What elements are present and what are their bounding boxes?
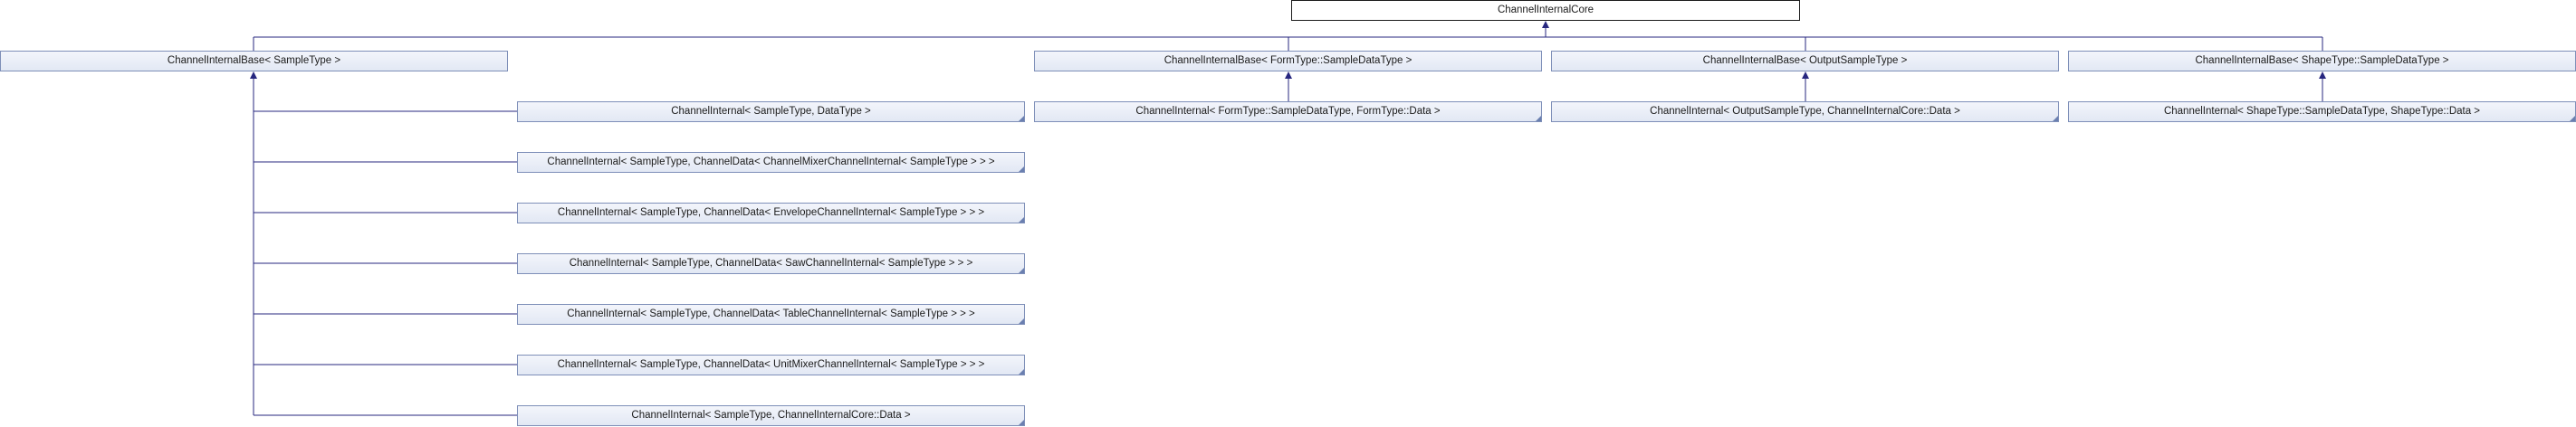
node-channel-internal-table[interactable]: ChannelInternal< SampleType, ChannelData… (517, 304, 1025, 325)
node-label: ChannelInternal< SampleType, ChannelInte… (631, 410, 911, 421)
node-channel-internal-form-type[interactable]: ChannelInternal< FormType::SampleDataTyp… (1034, 101, 1542, 122)
arrow-sample-type-icon (250, 71, 257, 79)
node-channel-internal-unit-mixer[interactable]: ChannelInternal< SampleType, ChannelData… (517, 355, 1025, 375)
node-label: ChannelInternal< SampleType, ChannelData… (557, 359, 985, 370)
node-channel-internal-channel-mixer[interactable]: ChannelInternal< SampleType, ChannelData… (517, 152, 1025, 173)
node-label: ChannelInternalBase< ShapeType::SampleDa… (2195, 55, 2449, 66)
more-indicator-icon (1536, 116, 1541, 121)
arrow-other-base-0-icon (1285, 71, 1292, 79)
node-base-output-sample-type[interactable]: ChannelInternalBase< OutputSampleType > (1551, 51, 2059, 71)
more-indicator-icon (1019, 369, 1024, 375)
node-base-shape-type[interactable]: ChannelInternalBase< ShapeType::SampleDa… (2068, 51, 2576, 71)
more-indicator-icon (1019, 268, 1024, 273)
arrow-root-icon (1542, 21, 1549, 28)
node-channel-internal-saw[interactable]: ChannelInternal< SampleType, ChannelData… (517, 253, 1025, 274)
node-label: ChannelInternal< SampleType, ChannelData… (569, 258, 973, 269)
more-indicator-icon (1019, 318, 1024, 324)
node-channel-internal-core[interactable]: ChannelInternalCore (1291, 0, 1800, 21)
node-label: ChannelInternal< SampleType, ChannelData… (567, 308, 975, 319)
node-channel-internal-output-sample-type[interactable]: ChannelInternal< OutputSampleType, Chann… (1551, 101, 2059, 122)
node-label: ChannelInternal< SampleType, ChannelData… (547, 157, 995, 167)
node-label: ChannelInternal< SampleType, ChannelData… (557, 207, 985, 218)
node-channel-internal-sample-data-type[interactable]: ChannelInternal< SampleType, DataType > (517, 101, 1025, 122)
more-indicator-icon (1019, 420, 1024, 425)
arrow-other-base-1-icon (1802, 71, 1809, 79)
node-base-sample-type[interactable]: ChannelInternalBase< SampleType > (0, 51, 508, 71)
node-label: ChannelInternalBase< FormType::SampleDat… (1164, 55, 1412, 66)
node-label: ChannelInternalBase< OutputSampleType > (1702, 55, 1908, 66)
more-indicator-icon (2570, 116, 2575, 121)
node-label: ChannelInternalCore (1497, 5, 1594, 15)
more-indicator-icon (1019, 217, 1024, 223)
node-label: ChannelInternal< FormType::SampleDataTyp… (1135, 106, 1441, 117)
node-label: ChannelInternalBase< SampleType > (167, 55, 341, 66)
node-channel-internal-core-data[interactable]: ChannelInternal< SampleType, ChannelInte… (517, 405, 1025, 426)
node-base-form-type[interactable]: ChannelInternalBase< FormType::SampleDat… (1034, 51, 1542, 71)
node-channel-internal-envelope[interactable]: ChannelInternal< SampleType, ChannelData… (517, 203, 1025, 223)
more-indicator-icon (2053, 116, 2058, 121)
arrow-other-base-2-icon (2319, 71, 2326, 79)
node-channel-internal-shape-type[interactable]: ChannelInternal< ShapeType::SampleDataTy… (2068, 101, 2576, 122)
inheritance-diagram: ChannelInternalCore ChannelInternalBase<… (0, 0, 2576, 427)
node-label: ChannelInternal< ShapeType::SampleDataTy… (2163, 106, 2481, 117)
more-indicator-icon (1019, 116, 1024, 121)
node-label: ChannelInternal< SampleType, DataType > (671, 106, 871, 117)
more-indicator-icon (1019, 166, 1024, 172)
node-label: ChannelInternal< OutputSampleType, Chann… (1650, 106, 1960, 117)
